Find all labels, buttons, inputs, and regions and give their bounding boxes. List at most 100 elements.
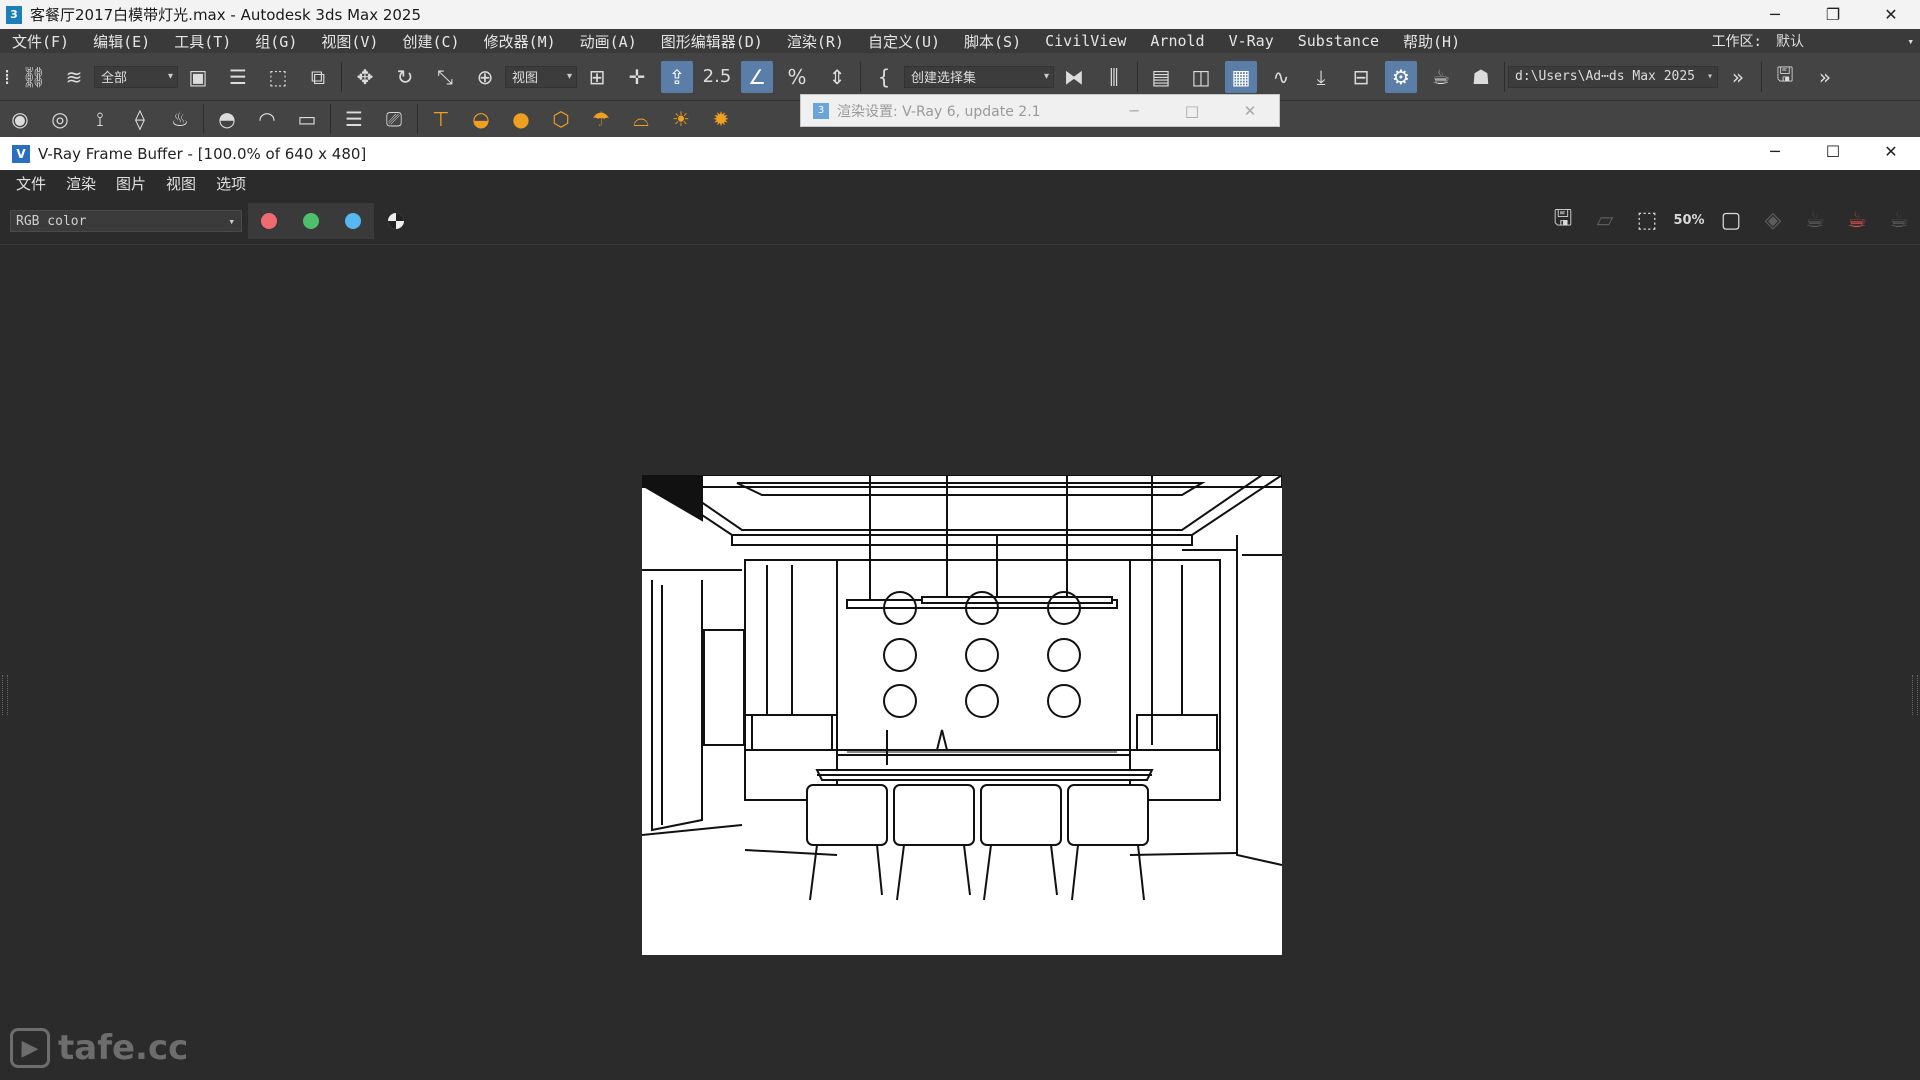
menu-file[interactable]: 文件(F) [0,31,81,52]
vfb-ipr-icon[interactable]: ☕ [1797,202,1833,238]
vfb-load-icon[interactable]: ▱ [1587,202,1623,238]
vray-teapot-icon[interactable]: ♨ [164,103,196,135]
material-editor-icon[interactable]: ⚙ [1385,60,1417,93]
rotate-icon[interactable]: ↻ [389,61,421,93]
rect-selection-region-icon[interactable]: ⬚ [262,61,294,93]
menu-help[interactable]: 帮助(H) [1391,31,1472,52]
move-icon[interactable]: ✥ [349,61,381,93]
vray-mesh-light-icon[interactable]: ⬡ [545,103,577,135]
vray-camera-icon[interactable]: ⎚ [378,103,410,135]
vray-dome-light-icon[interactable]: ◒ [465,103,497,135]
workspace-dropdown[interactable]: 默认 [1770,30,1920,52]
vray-layers-icon[interactable]: ☰ [338,103,370,135]
vfb-menu-view[interactable]: 视图 [156,173,206,194]
vray-sphere-light-icon[interactable]: ● [505,103,537,135]
vray-light-lister-icon[interactable]: ⟟ [84,103,116,135]
vfb-zoom-toggle[interactable]: 50% [1671,202,1707,238]
vfb-menu-render[interactable]: 渲染 [56,173,106,194]
vray-proxy-icon[interactable]: ◓ [211,103,243,135]
curve-editor-icon[interactable]: ∿ [1265,61,1297,93]
menu-vray[interactable]: V-Ray [1217,32,1286,50]
menu-views[interactable]: 视图(V) [309,31,390,52]
render-production-icon[interactable]: ☗ [1465,61,1497,93]
mirror-icon[interactable]: ⧓ [1058,61,1090,93]
percent-snap-icon[interactable]: % [781,61,813,93]
toolbar-grip-icon[interactable]: ⁞ [2,61,12,93]
edit-named-selection-icon[interactable]: { [868,61,900,93]
project-folder-dropdown[interactable]: d:\Users\Ad⋯ds Max 2025 [1508,65,1718,88]
vfb-menu-file[interactable]: 文件 [6,173,56,194]
vfb-menu-options[interactable]: 选项 [206,173,256,194]
vray-sun-icon[interactable]: ☀ [665,103,697,135]
window-crossing-icon[interactable]: ⧉ [302,61,334,93]
bind-spacewarp-icon[interactable]: ≋ [58,61,90,93]
menu-animation[interactable]: 动画(A) [568,31,649,52]
vray-fur-icon[interactable]: ◠ [251,103,283,135]
vfb-maximize-button[interactable]: ☐ [1804,137,1862,166]
vfb-render-last-icon[interactable]: ◈ [1755,202,1791,238]
vray-box-icon[interactable]: ▭ [291,103,323,135]
toolbar-overflow-icon[interactable]: » [1722,61,1754,93]
channel-dropdown[interactable]: RGB color [10,210,242,232]
snaps-toggle-icon[interactable]: 2.5 [701,61,733,93]
pivot-center-icon[interactable]: ⊞ [581,61,613,93]
vray-render-icon[interactable]: ◉ [4,103,36,135]
schematic-view-icon[interactable]: ⊟ [1345,61,1377,93]
select-manipulate-icon[interactable]: ✛ [621,61,653,93]
3dsmax-app-icon[interactable]: 3 [6,5,22,24]
left-resize-grip[interactable] [2,675,8,715]
vfb-close-button[interactable]: ✕ [1862,137,1920,166]
vfb-menu-image[interactable]: 图片 [106,173,156,194]
angle-snap-icon[interactable]: ∠ [741,60,773,93]
vfb-stop-render-icon[interactable]: ☕ [1839,202,1875,238]
menu-customize[interactable]: 自定义(U) [856,31,952,52]
keyboard-shortcut-override-icon[interactable]: ⇪ [661,60,693,93]
select-object-icon[interactable]: ▣ [182,61,214,93]
menu-modifiers[interactable]: 修改器(M) [472,31,568,52]
vray-ipr-icon[interactable]: ◎ [44,103,76,135]
vfb-minimize-button[interactable]: ─ [1746,137,1804,166]
menu-rendering[interactable]: 渲染(R) [775,31,856,52]
vray-ies-light-icon[interactable]: ☂ [585,103,617,135]
scene-explorer-icon[interactable]: ▤ [1145,61,1177,93]
blue-channel-toggle[interactable] [332,203,374,239]
render-image[interactable] [642,475,1282,955]
spinner-snap-icon[interactable]: ⇕ [821,61,853,93]
render-dialog-maximize-button[interactable]: □ [1163,95,1221,126]
menu-scripting[interactable]: 脚本(S) [952,31,1033,52]
ref-coord-dropdown[interactable]: 视图 [505,65,577,88]
minimize-button[interactable]: ─ [1746,0,1804,29]
dope-sheet-icon[interactable]: ⤓ [1305,61,1337,93]
vray-sky-icon[interactable]: ✹ [705,103,737,135]
menu-group[interactable]: 组(G) [243,31,309,52]
vray-light-select-icon[interactable]: ⟠ [124,103,156,135]
right-resize-grip[interactable] [1912,675,1918,715]
menu-arnold[interactable]: Arnold [1138,32,1216,50]
link-icon[interactable]: ⛓ [18,61,50,93]
ribbon-toggle-icon[interactable]: ▦ [1225,60,1257,93]
menu-edit[interactable]: 编辑(E) [81,31,162,52]
render-setup-icon[interactable]: ☕ [1425,61,1457,93]
save-file-icon[interactable]: 🖫 [1769,61,1801,93]
vray-plane-light-icon[interactable]: ⊤ [425,103,457,135]
render-setup-dialog[interactable]: 3 渲染设置: V-Ray 6, update 2.1 ─ □ ✕ [800,94,1280,127]
vray-ambient-light-icon[interactable]: ⌓ [625,103,657,135]
render-dialog-minimize-button[interactable]: ─ [1105,95,1163,126]
menu-substance[interactable]: Substance [1286,32,1391,50]
render-dialog-close-button[interactable]: ✕ [1221,95,1279,126]
vfb-save-icon[interactable]: 🖫 [1545,202,1581,238]
vfb-track-mouse-icon[interactable]: ▢ [1713,202,1749,238]
menu-create[interactable]: 创建(C) [390,31,471,52]
layer-explorer-icon[interactable]: ◫ [1185,61,1217,93]
menu-graph-editors[interactable]: 图形编辑器(D) [649,31,775,52]
place-icon[interactable]: ⊕ [469,61,501,93]
green-channel-toggle[interactable] [290,203,332,239]
scale-icon[interactable]: ⤡ [429,61,461,93]
vfb-render-icon[interactable]: ☕ [1881,202,1917,238]
red-channel-toggle[interactable] [248,203,290,239]
restore-button[interactable]: ❐ [1804,0,1862,29]
menu-tools[interactable]: 工具(T) [162,31,243,52]
close-button[interactable]: ✕ [1862,0,1920,29]
named-selection-dropdown[interactable]: 创建选择集 [904,65,1054,88]
mono-display-toggle[interactable] [385,210,407,232]
